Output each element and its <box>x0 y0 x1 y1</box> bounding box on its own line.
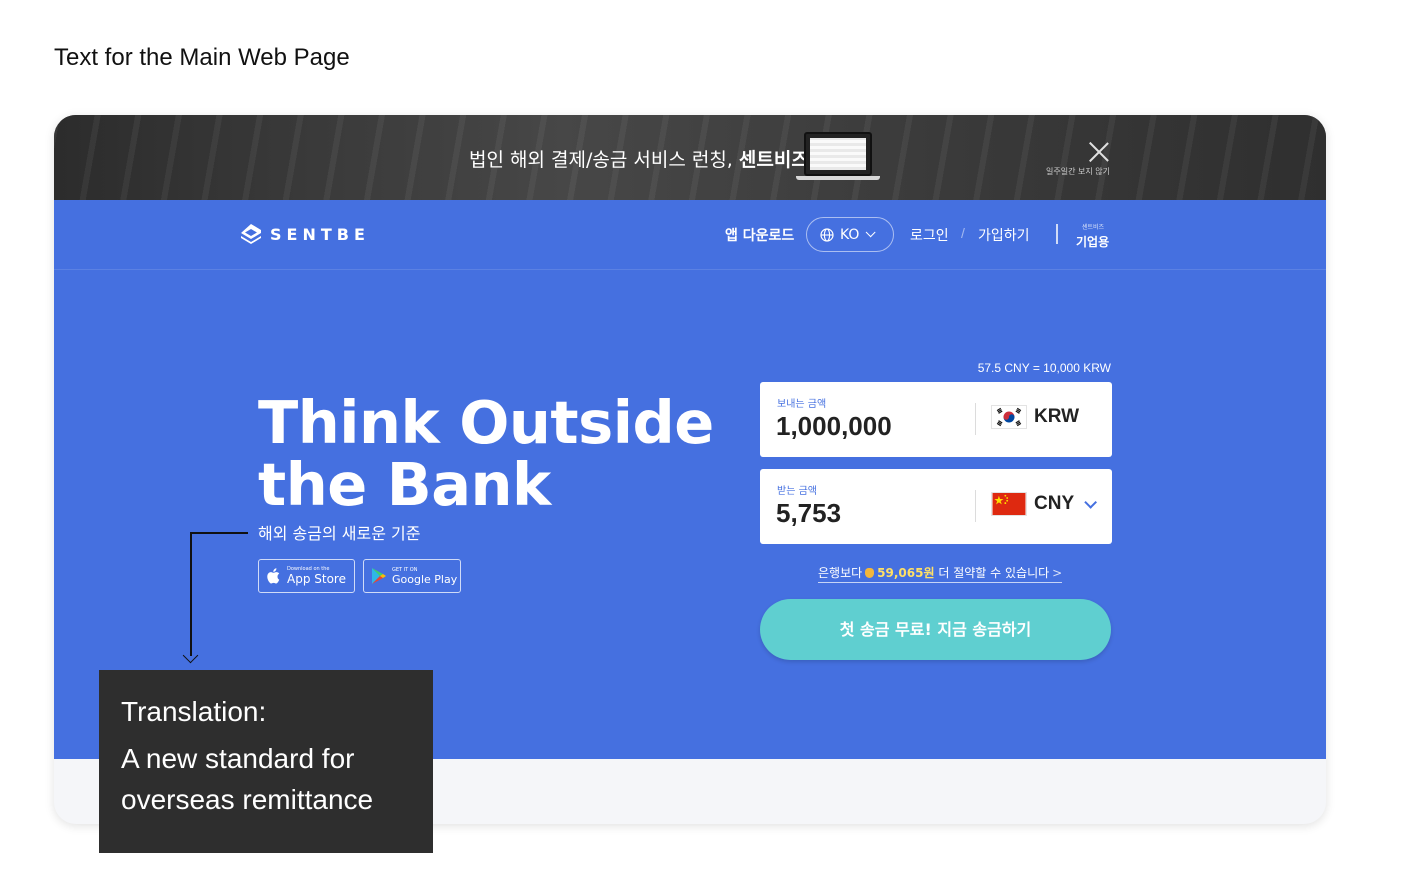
google-play-icon <box>372 568 386 584</box>
signup-link[interactable]: 가입하기 <box>978 225 1030 245</box>
close-icon[interactable] <box>1088 141 1110 163</box>
savings-notice[interactable]: 은행보다 59,065원 더 절약할 수 있습니다 > <box>818 564 1063 583</box>
nav-separator <box>1056 224 1058 244</box>
annotation-body: A new standard for overseas remittance <box>121 743 374 815</box>
savings-suffix: 더 절약할 수 있습니다 <box>938 566 1050 580</box>
business-brand-label: 센트비즈 <box>1082 224 1105 231</box>
savings-prefix: 은행보다 <box>818 566 863 580</box>
receive-amount-field[interactable]: 받는 금액 5,753 CNY <box>760 469 1112 544</box>
send-amount-label: 보내는 금액 <box>777 399 827 410</box>
login-link[interactable]: 로그인 <box>910 225 949 245</box>
chevron-down-icon[interactable] <box>1084 495 1098 509</box>
chevron-right-icon: > <box>1052 566 1063 580</box>
annotation-title: Translation: <box>121 696 267 727</box>
globe-icon <box>820 227 834 242</box>
google-play-small-text: GET IT ON <box>392 566 418 573</box>
translation-annotation: Translation: A new standard for overseas… <box>99 670 433 853</box>
nav-divider <box>54 269 1326 270</box>
sentbe-logo[interactable]: SENTBE <box>240 223 370 245</box>
sentbe-logo-icon <box>241 224 261 244</box>
korea-flag-icon <box>991 405 1027 429</box>
language-selector[interactable]: KO <box>806 217 894 252</box>
money-bag-icon <box>865 568 875 578</box>
promo-text[interactable]: 법인 해외 결제/송금 서비스 런칭, 센트비즈 <box>469 145 809 172</box>
logo-text: SENTBE <box>270 224 370 244</box>
app-store-button[interactable]: Download on the App Store <box>258 559 355 593</box>
receive-amount-label: 받는 금액 <box>777 486 817 497</box>
google-play-button[interactable]: GET IT ON Google Play <box>363 559 461 593</box>
savings-amount: 59,065원 <box>877 566 935 580</box>
receive-currency-code: CNY <box>1034 493 1075 514</box>
receive-separator <box>975 490 976 522</box>
promo-banner[interactable]: 법인 해외 결제/송금 서비스 런칭, 센트비즈 일주일간 보지 않기 <box>54 115 1326 200</box>
language-label: KO <box>840 226 860 243</box>
chevron-down-icon <box>866 227 877 238</box>
business-link[interactable]: 기업용 <box>1076 233 1109 250</box>
send-currency-code: KRW <box>1034 406 1080 427</box>
hide-for-week-link[interactable]: 일주일간 보지 않기 <box>1046 166 1110 177</box>
app-download-link[interactable]: 앱 다운로드 <box>725 225 794 245</box>
app-store-text: App Store <box>287 572 346 586</box>
document-title: Text for the Main Web Page <box>54 44 350 71</box>
send-currency: KRW <box>991 405 1079 429</box>
headline-line-2: the Bank <box>258 450 551 519</box>
send-amount-field[interactable]: 보내는 금액 1,000,000 KRW <box>760 382 1112 457</box>
receive-currency-selector[interactable]: CNY <box>991 492 1098 516</box>
annotation-connector-horizontal <box>190 532 248 534</box>
promo-text-normal: 법인 해외 결제/송금 서비스 런칭, <box>469 149 739 171</box>
send-separator <box>975 403 976 435</box>
send-amount-value[interactable]: 1,000,000 <box>776 411 892 442</box>
nav-slash: / <box>961 225 965 241</box>
hero-headline: Think Outside the Bank <box>258 392 714 516</box>
laptop-icon <box>796 132 880 182</box>
hero-subline: 해외 송금의 새로운 기준 <box>258 524 421 543</box>
google-play-text: Google Play <box>392 572 458 586</box>
receive-amount-value[interactable]: 5,753 <box>776 498 841 529</box>
apple-icon <box>267 568 280 584</box>
exchange-rate: 57.5 CNY = 10,000 KRW <box>977 361 1111 375</box>
china-flag-icon <box>991 492 1027 516</box>
send-now-button[interactable]: 첫 송금 무료! 지금 송금하기 <box>760 599 1111 660</box>
annotation-connector-vertical <box>190 532 192 656</box>
headline-line-1: Think Outside <box>258 388 714 457</box>
